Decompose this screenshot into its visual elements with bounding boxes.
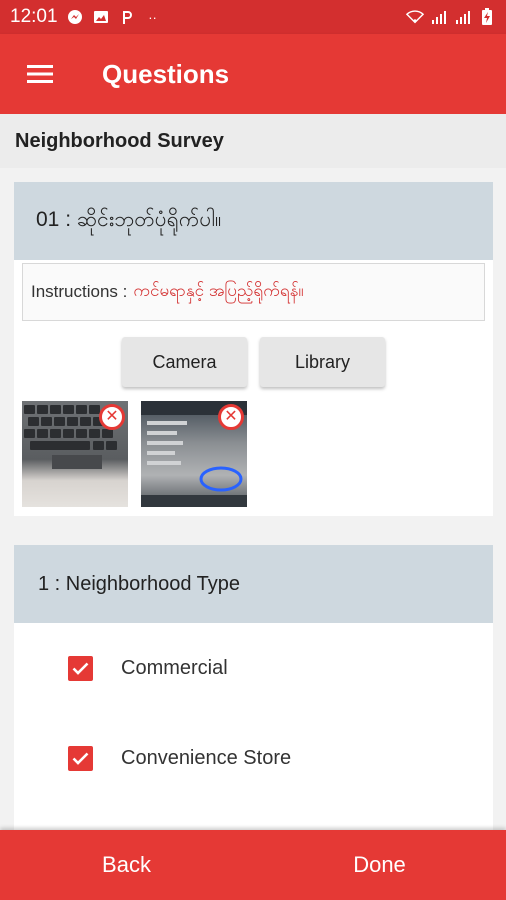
done-button[interactable]: Done: [253, 830, 506, 900]
wifi-icon: [406, 8, 424, 26]
app-bar: Questions: [0, 34, 506, 114]
bottom-bar: Back Done: [0, 830, 506, 900]
question-header: 01 : ဆိုင်းဘုတ်ပုံရိုက်ပါ။: [14, 182, 493, 260]
status-bar: 12:01 ··: [0, 0, 506, 34]
checkbox-checked-icon[interactable]: [68, 745, 93, 771]
instructions-value: ကင်မရာနှင့် အပြည့်ရိုက်ရန်။: [133, 280, 304, 300]
remove-photo-icon[interactable]: ✕: [99, 404, 125, 430]
instructions-label: Instructions :: [31, 282, 128, 301]
battery-charging-icon: [478, 8, 496, 26]
question-card-neighborhood-type: 1 : Neighborhood Type Commercial Conveni…: [14, 545, 493, 835]
option-commercial[interactable]: Commercial: [14, 623, 493, 713]
photo-thumbnail-screen[interactable]: ✕: [141, 401, 247, 507]
question-header: 1 : Neighborhood Type: [14, 545, 493, 623]
option-convenience-store[interactable]: Convenience Store: [14, 713, 493, 803]
checkbox-checked-icon[interactable]: [68, 655, 93, 681]
option-label: Convenience Store: [121, 746, 292, 769]
survey-title: Neighborhood Survey: [0, 114, 506, 168]
option-label: Commercial: [121, 656, 228, 679]
status-time: 12:01: [10, 6, 58, 27]
page-title: Questions: [102, 58, 230, 89]
p-app-icon: [118, 8, 136, 26]
more-dots-icon: ··: [148, 9, 157, 25]
messenger-icon: [66, 8, 84, 26]
back-button[interactable]: Back: [0, 830, 253, 900]
signal-icon: [454, 8, 472, 26]
hamburger-menu-icon[interactable]: [0, 34, 80, 114]
question-card-photo: 01 : ဆိုင်းဘုတ်ပုံရိုက်ပါ။ Instructions …: [14, 182, 493, 516]
image-icon: [92, 8, 110, 26]
signal-icon: [430, 8, 448, 26]
photo-thumbnail-keyboard[interactable]: ✕: [22, 401, 128, 507]
library-button[interactable]: Library: [260, 337, 385, 387]
instructions-box: Instructions : ကင်မရာနှင့် အပြည့်ရိုက်ရန…: [22, 263, 485, 321]
remove-photo-icon[interactable]: ✕: [218, 404, 244, 430]
camera-button[interactable]: Camera: [122, 337, 247, 387]
